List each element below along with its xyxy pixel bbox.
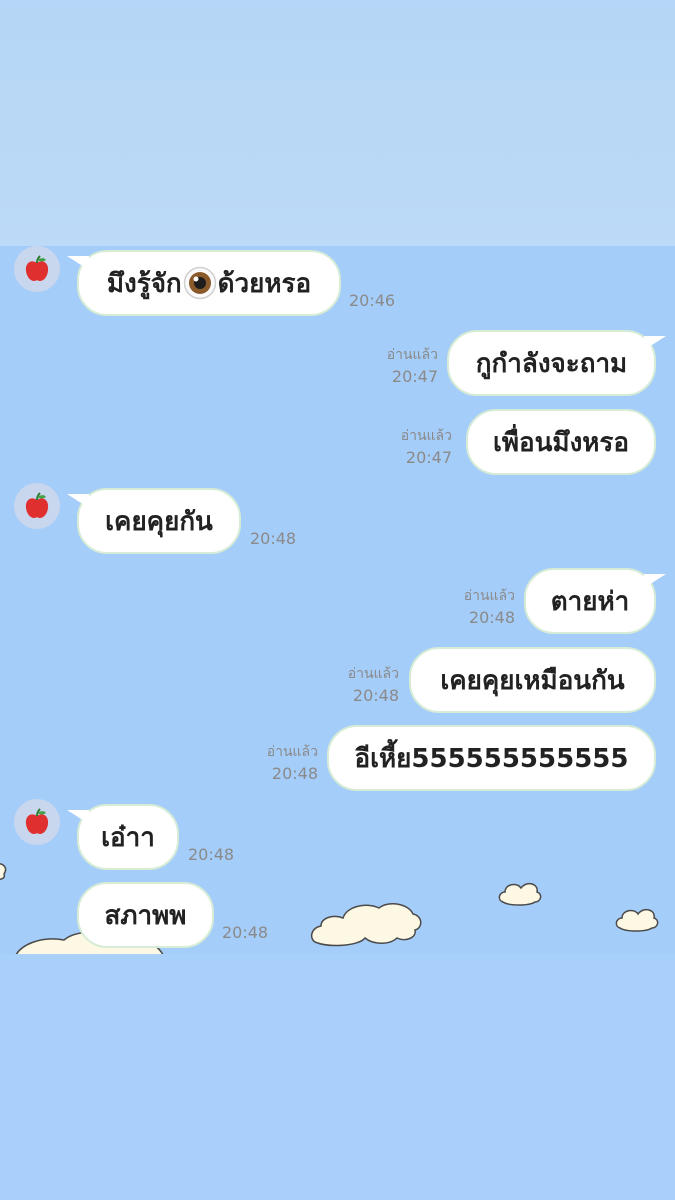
read-receipt: อ่านแล้ว	[266, 744, 318, 760]
message-text: เคยคุยกัน	[105, 506, 213, 537]
cloud-decoration	[498, 882, 542, 906]
cloud-decoration	[0, 863, 7, 880]
message-text: อีเหี้ย555555555555	[354, 743, 629, 774]
avatar[interactable]	[14, 246, 60, 292]
read-receipt: อ่านแล้ว	[463, 588, 515, 604]
cloud-decoration	[615, 908, 659, 932]
message-meta: อ่านแล้ว 20:48	[279, 664, 399, 706]
message-text: เพื่อนมึงหรอ	[493, 427, 629, 458]
message-meta: อ่านแล้ว 20:48	[198, 742, 318, 784]
message-text: ตายห่า	[550, 586, 630, 617]
top-background	[0, 0, 675, 246]
avatar[interactable]	[14, 799, 60, 845]
message-timestamp: 20:48	[188, 845, 235, 864]
message-text: กูกำลังจะถาม	[475, 348, 628, 379]
read-receipt: อ่านแล้ว	[386, 347, 438, 363]
message-bubble[interactable]: อีเหี้ย555555555555	[327, 725, 656, 791]
message-text: สภาพพ	[104, 900, 187, 931]
message-meta: อ่านแล้ว 20:48	[395, 586, 515, 628]
chat-area[interactable]: มึงรู้จัก ด้วยหรอ 20:46 อ่านแล้ว 20:47 ก…	[0, 246, 675, 954]
message-text: ด้วยหรอ	[217, 268, 312, 299]
apple-icon	[25, 492, 49, 518]
message-timestamp: 20:48	[468, 608, 515, 627]
read-receipt: อ่านแล้ว	[347, 666, 399, 682]
message-bubble[interactable]: เอ๋าา	[67, 804, 179, 870]
apple-icon	[25, 255, 49, 281]
avatar[interactable]	[14, 483, 60, 529]
message-timestamp: 20:48	[271, 764, 318, 783]
bottom-background	[0, 954, 675, 1200]
message-timestamp: 20:46	[349, 291, 396, 310]
message-text: มึงรู้จัก	[106, 268, 182, 299]
message-timestamp: 20:47	[391, 367, 438, 386]
message-timestamp: 20:48	[222, 923, 269, 942]
message-bubble[interactable]: มึงรู้จัก ด้วยหรอ	[67, 250, 341, 316]
message-timestamp: 20:48	[352, 686, 399, 705]
message-bubble[interactable]: เคยคุยกัน	[67, 488, 241, 554]
read-receipt: อ่านแล้ว	[400, 428, 452, 444]
message-meta: อ่านแล้ว 20:47	[332, 426, 452, 468]
message-bubble[interactable]: เคยคุยเหมือนกัน	[409, 647, 656, 713]
message-bubble[interactable]: กูกำลังจะถาม	[447, 330, 666, 396]
cloud-decoration	[310, 902, 422, 947]
message-text: เอ๋าา	[101, 822, 155, 853]
message-bubble[interactable]: เพื่อนมึงหรอ	[466, 409, 656, 475]
message-bubble[interactable]: ตายห่า	[524, 568, 666, 634]
message-text: เคยคุยเหมือนกัน	[440, 665, 625, 696]
message-bubble[interactable]: สภาพพ	[77, 882, 214, 948]
message-timestamp: 20:47	[405, 448, 452, 467]
message-meta: อ่านแล้ว 20:47	[318, 345, 438, 387]
apple-icon	[25, 808, 49, 834]
eye-emoji-icon	[183, 266, 216, 300]
message-timestamp: 20:48	[250, 529, 297, 548]
